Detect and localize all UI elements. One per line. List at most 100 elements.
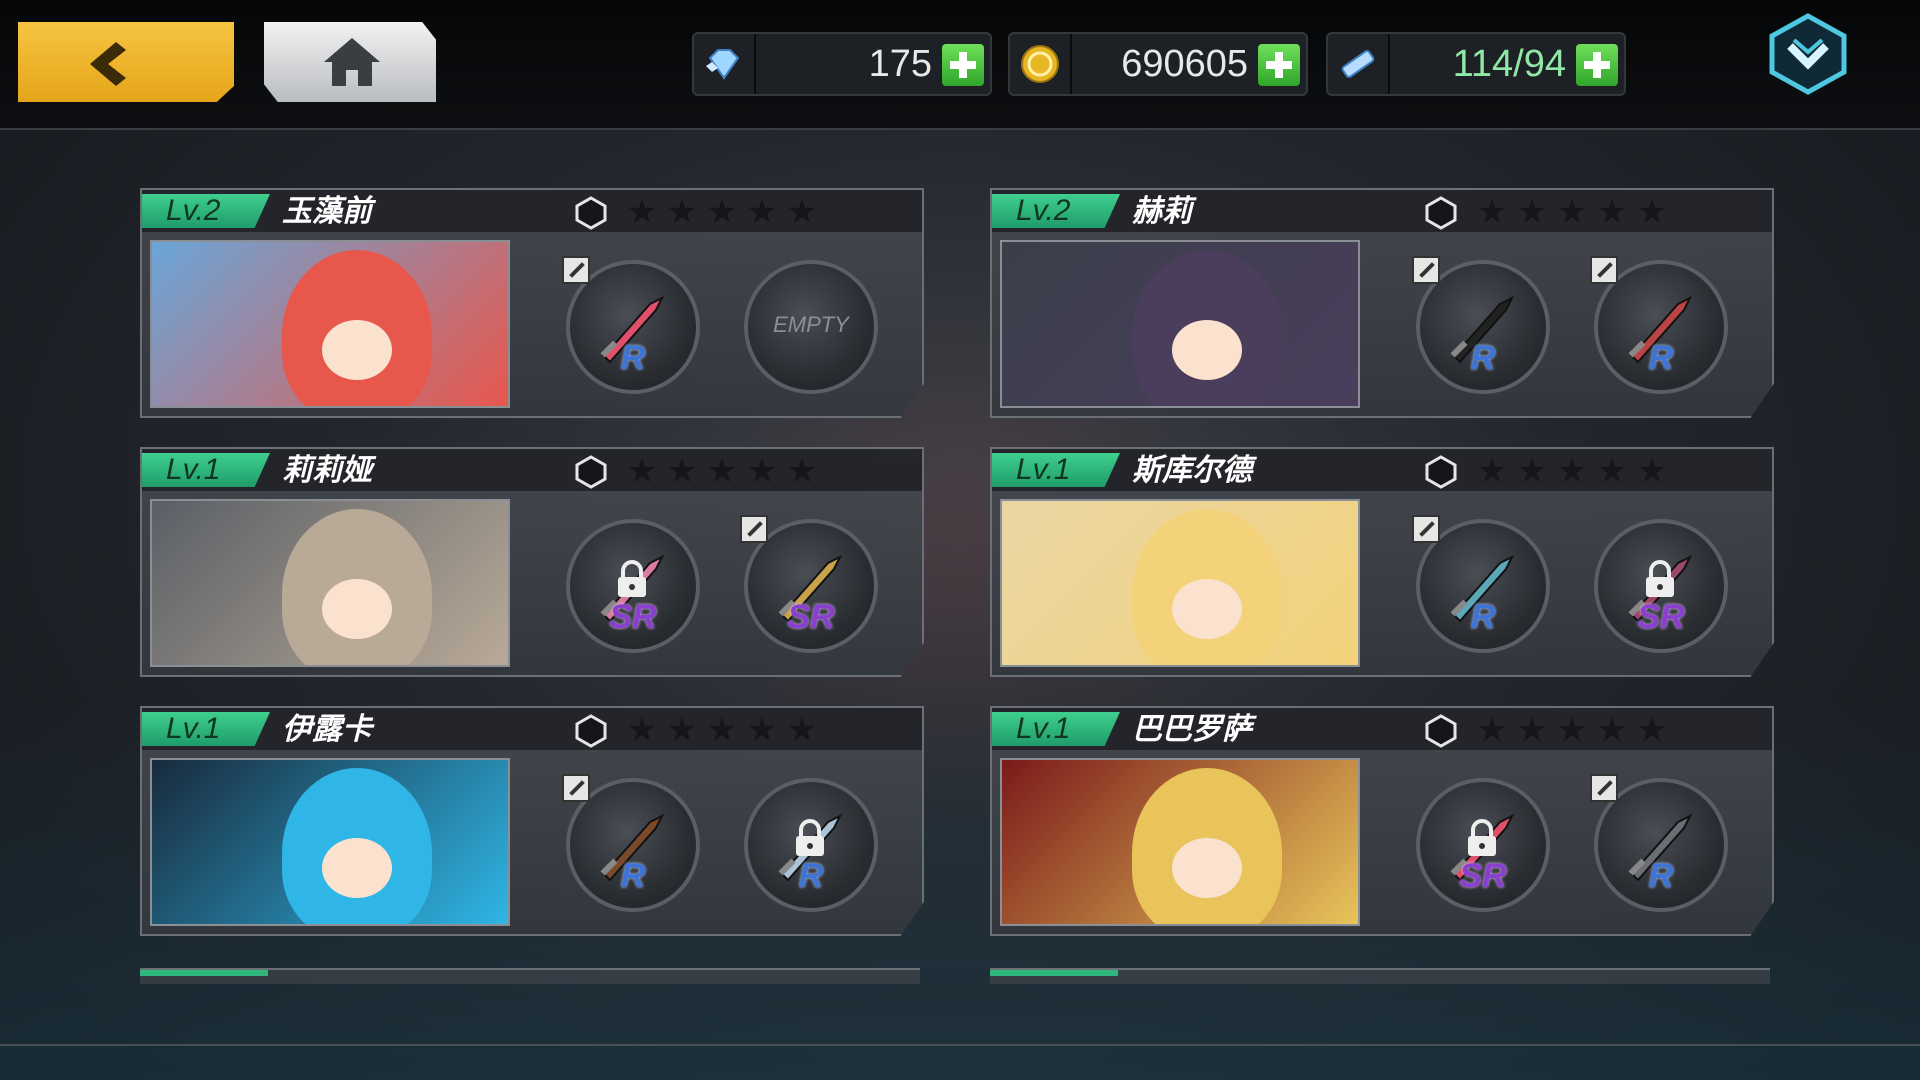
- stamina-ticket-icon: [1341, 50, 1375, 78]
- hexagon-icon: [1425, 455, 1457, 489]
- portrait-art: [1132, 250, 1282, 406]
- rarity-label: R: [1648, 339, 1674, 377]
- star-icon: ★: [746, 452, 778, 490]
- star-icon: ★: [666, 193, 698, 231]
- equip-slot[interactable]: SR: [1594, 519, 1728, 653]
- separator: [1070, 34, 1072, 94]
- star-icon: ★: [706, 193, 738, 231]
- rarity-label: R: [798, 857, 824, 895]
- home-icon: [324, 38, 380, 86]
- level-badge: Lv.1: [142, 453, 270, 487]
- star-icon: ★: [666, 452, 698, 490]
- add-gold-button[interactable]: [1258, 44, 1300, 86]
- add-diamonds-button[interactable]: [942, 44, 984, 86]
- stamina-counter: 114/94: [1326, 32, 1626, 96]
- star-icon: ★: [1516, 452, 1548, 490]
- empty-equip-slot[interactable]: EMPTY: [744, 260, 878, 394]
- star-icon: ★: [786, 193, 818, 231]
- hexagon-icon: [575, 455, 607, 489]
- menu-button[interactable]: [1766, 12, 1850, 96]
- separator: [1388, 34, 1390, 94]
- portrait-art: [282, 509, 432, 665]
- add-stamina-button[interactable]: [1576, 44, 1618, 86]
- star-icon: ★: [1596, 193, 1628, 231]
- edit-icon[interactable]: [1412, 515, 1440, 543]
- lock-icon: [796, 819, 824, 856]
- star-icon: ★: [626, 711, 658, 749]
- character-name: 玉藻前: [282, 195, 372, 228]
- lock-icon: [618, 560, 646, 597]
- rarity-label: R: [1470, 339, 1496, 377]
- edit-icon[interactable]: [1412, 256, 1440, 284]
- rarity-label: R: [620, 339, 646, 377]
- equip-slot[interactable]: R: [562, 774, 700, 912]
- character-card[interactable]: Lv.2 赫莉 ★ ★ ★ ★ ★ R R: [990, 188, 1774, 418]
- equip-slot[interactable]: R: [1412, 515, 1550, 653]
- edit-icon[interactable]: [1590, 774, 1618, 802]
- star-icon: ★: [1596, 452, 1628, 490]
- character-card[interactable]: Lv.1 伊露卡 ★ ★ ★ ★ ★ R R: [140, 706, 924, 936]
- star-icon: ★: [1636, 711, 1668, 749]
- back-button[interactable]: [18, 22, 234, 102]
- character-card[interactable]: Lv.2 玉藻前 ★ ★ ★ ★ ★ R EMPTY: [140, 188, 924, 418]
- character-card[interactable]: Lv.1 巴巴罗萨 ★ ★ ★ ★ ★ SR R: [990, 706, 1774, 936]
- star-icon: ★: [626, 452, 658, 490]
- star-icon: ★: [666, 711, 698, 749]
- character-name: 赫莉: [1132, 195, 1192, 228]
- equip-slot[interactable]: R: [744, 778, 878, 912]
- star-icon: ★: [1476, 193, 1508, 231]
- rarity-label: R: [1648, 857, 1674, 895]
- equip-slot[interactable]: SR: [740, 515, 878, 653]
- rarity-label: SR: [787, 598, 835, 636]
- stamina-value: 114/94: [1452, 43, 1566, 85]
- portrait-art: [282, 768, 432, 924]
- star-rating: ★ ★ ★ ★ ★: [622, 712, 822, 748]
- star-icon: ★: [1516, 193, 1548, 231]
- level-badge: Lv.1: [992, 712, 1120, 746]
- character-card[interactable]: Lv.1 莉莉娅 ★ ★ ★ ★ ★ SR SR: [140, 447, 924, 677]
- gold-counter: 690605: [1008, 32, 1308, 96]
- star-icon: ★: [1516, 711, 1548, 749]
- edit-icon[interactable]: [562, 256, 590, 284]
- edit-icon[interactable]: [1590, 256, 1618, 284]
- star-icon: ★: [746, 711, 778, 749]
- diamond-icon: [706, 49, 740, 80]
- edit-icon[interactable]: [562, 774, 590, 802]
- equip-slot[interactable]: SR: [1416, 778, 1550, 912]
- lock-icon: [1646, 560, 1674, 597]
- equip-slot[interactable]: R: [1590, 256, 1728, 394]
- edit-icon[interactable]: [740, 515, 768, 543]
- hexagon-icon: [1425, 714, 1457, 748]
- star-icon: ★: [786, 452, 818, 490]
- back-arrow-icon: [76, 36, 128, 88]
- portrait-art: [282, 250, 432, 406]
- star-rating: ★ ★ ★ ★ ★: [622, 453, 822, 489]
- partial-card: [990, 968, 1770, 984]
- equip-slot[interactable]: R: [1590, 774, 1728, 912]
- equip-slot[interactable]: R: [562, 256, 700, 394]
- star-rating: ★ ★ ★ ★ ★: [1472, 194, 1672, 230]
- star-icon: ★: [626, 193, 658, 231]
- star-icon: ★: [1476, 711, 1508, 749]
- character-portrait[interactable]: [1000, 758, 1360, 926]
- lock-icon: [1468, 819, 1496, 856]
- top-bar: 175 690605 114/94: [0, 0, 1920, 130]
- equip-slot[interactable]: R: [1412, 256, 1550, 394]
- level-badge: Lv.2: [992, 194, 1120, 228]
- star-icon: ★: [1556, 193, 1588, 231]
- character-portrait[interactable]: [150, 499, 510, 667]
- character-portrait[interactable]: [1000, 499, 1360, 667]
- character-card[interactable]: Lv.1 斯库尔德 ★ ★ ★ ★ ★ R SR: [990, 447, 1774, 677]
- character-portrait[interactable]: [150, 758, 510, 926]
- equip-slot[interactable]: SR: [566, 519, 700, 653]
- star-icon: ★: [786, 711, 818, 749]
- star-icon: ★: [1596, 711, 1628, 749]
- empty-label: EMPTY: [773, 312, 849, 337]
- rarity-label: SR: [609, 598, 657, 636]
- character-portrait[interactable]: [1000, 240, 1360, 408]
- star-rating: ★ ★ ★ ★ ★: [622, 194, 822, 230]
- portrait-art: [1132, 768, 1282, 924]
- character-portrait[interactable]: [150, 240, 510, 408]
- home-button[interactable]: [264, 22, 436, 102]
- hexagon-icon: [575, 196, 607, 230]
